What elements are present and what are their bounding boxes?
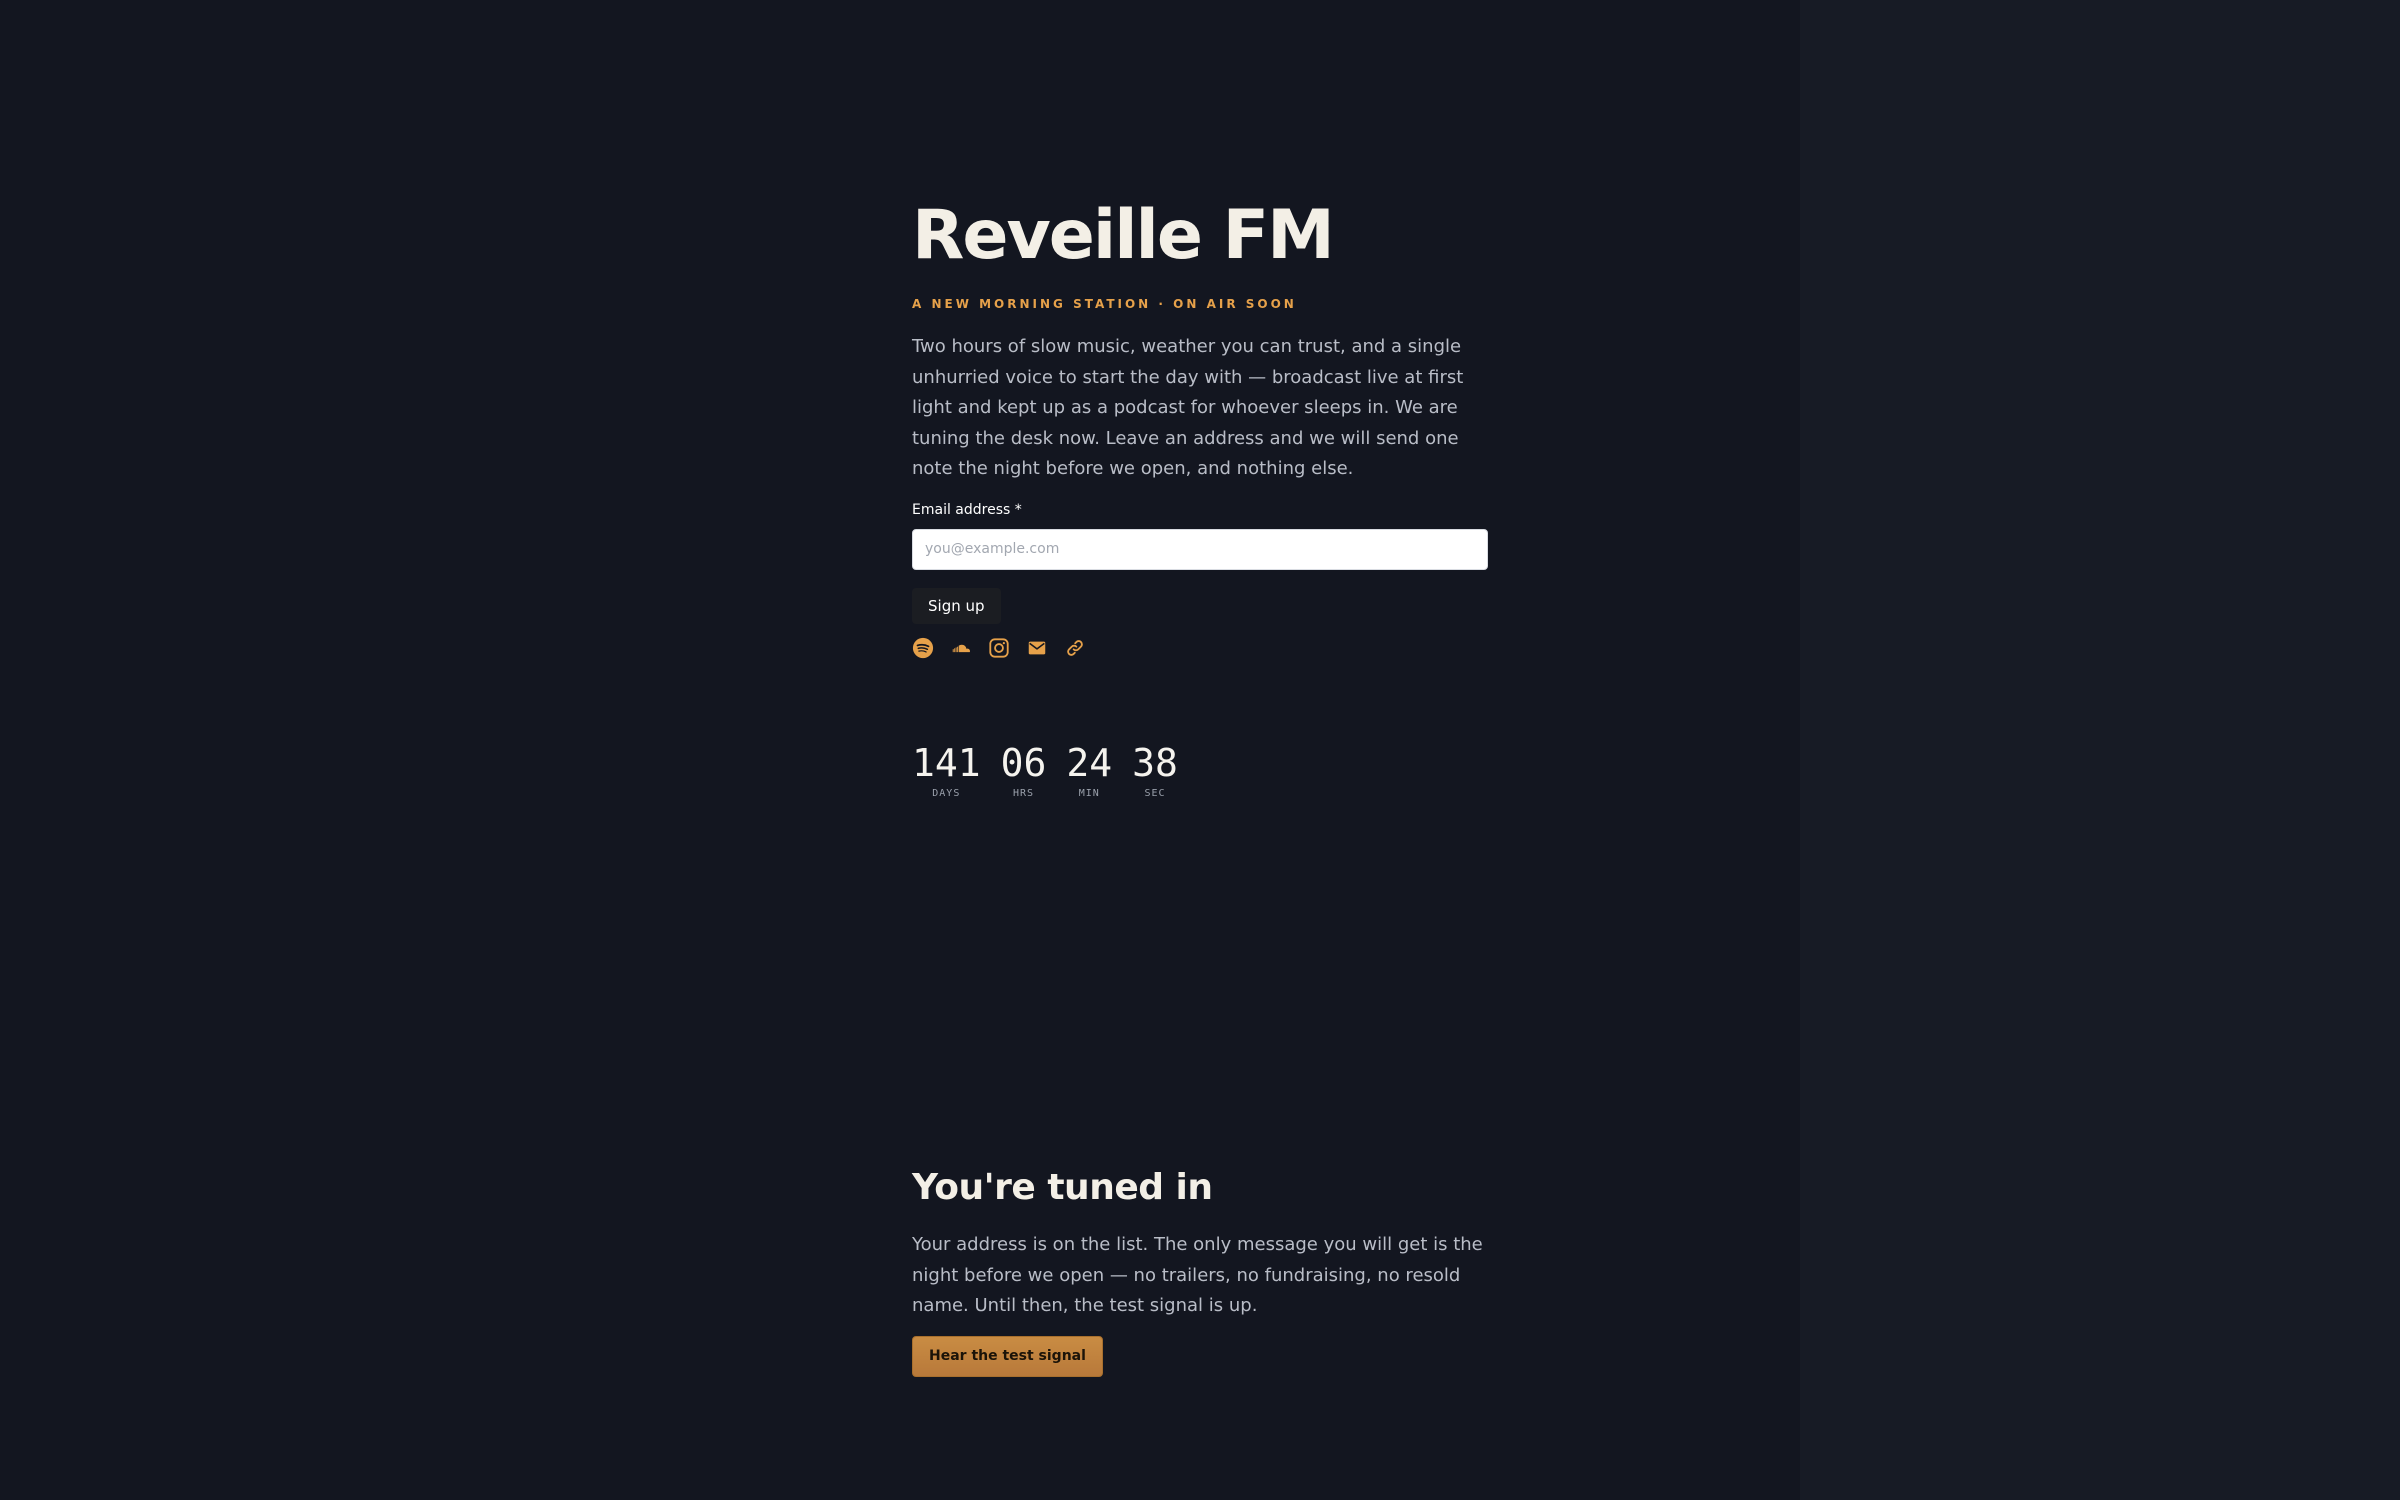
email-link[interactable] (1026, 637, 1048, 659)
countdown-unit: DAYS (932, 787, 961, 799)
hear-test-signal-button[interactable]: Hear the test signal (912, 1335, 1103, 1377)
confirmation-section: You're tuned in Your address is on the l… (912, 1164, 1488, 1377)
soundcloud-icon (952, 644, 970, 652)
main-panel (0, 0, 1800, 1500)
website-link[interactable] (1064, 637, 1086, 659)
countdown-unit: SEC (1144, 787, 1166, 799)
countdown-unit: MIN (1078, 787, 1100, 799)
page-title: Reveille FM (912, 196, 1335, 275)
email-label: Email address * (912, 501, 1022, 518)
spotify-link[interactable] (912, 637, 934, 659)
confirmation-text: Your address is on the list. The only me… (912, 1234, 1483, 1316)
soundcloud-link[interactable] (950, 637, 972, 659)
sign-up-button[interactable]: Sign up (912, 587, 1001, 624)
instagram-icon (989, 637, 1009, 658)
email-field[interactable] (912, 528, 1488, 570)
countdown-minutes: 24 MIN (1066, 742, 1112, 800)
instagram-link[interactable] (988, 637, 1010, 659)
countdown-value: 06 (1000, 740, 1047, 785)
social-links (912, 636, 1488, 660)
countdown-days: 141 DAYS (912, 742, 981, 800)
confirmation-title: You're tuned in (912, 1167, 1213, 1208)
countdown-timer: 141 DAYS 06 HRS 24 MIN 38 SEC (912, 742, 1488, 800)
countdown-value: 24 (1066, 740, 1113, 785)
page: Reveille FM A NEW MORNING STATION · ON A… (0, 0, 2400, 1500)
countdown-value: 38 (1132, 740, 1178, 785)
spotify-icon (912, 637, 934, 658)
mail-icon (1028, 641, 1046, 654)
countdown-seconds: 38 SEC (1132, 742, 1178, 800)
link-icon (1067, 639, 1083, 656)
tagline: A NEW MORNING STATION · ON AIR SOON (912, 297, 1297, 311)
intro-paragraph: Two hours of slow music, weather you can… (912, 336, 1464, 479)
countdown-value: 141 (912, 740, 981, 785)
signup-form: Email address * Sign up (912, 501, 1488, 624)
countdown-unit: HRS (1012, 787, 1035, 799)
countdown-hours: 06 HRS (1001, 742, 1047, 800)
hero-section: Reveille FM A NEW MORNING STATION · ON A… (912, 196, 1488, 800)
